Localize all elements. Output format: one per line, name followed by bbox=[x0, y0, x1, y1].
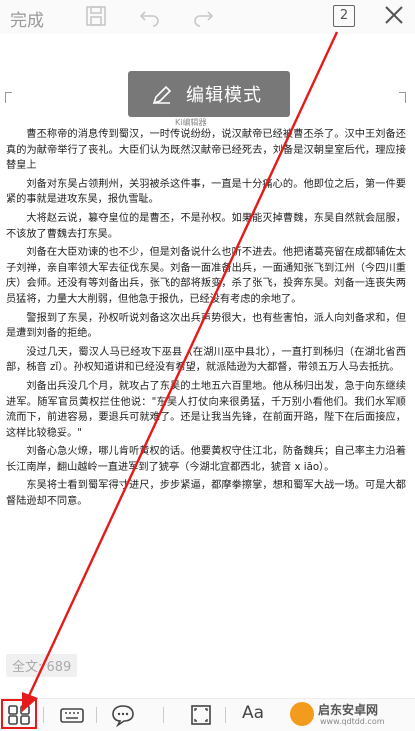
paragraph[interactable]: 东吴将士看到蜀军得寸进尺，步步紧逼，都摩拳擦掌，想和蜀军大战一场。可是大都督陆逊… bbox=[6, 478, 406, 509]
separator bbox=[96, 707, 97, 723]
watermark-name: 启东安卓网 bbox=[318, 703, 379, 717]
site-watermark: 启东安卓网 www.qdtdd.com bbox=[290, 699, 415, 730]
margin-marker bbox=[399, 92, 406, 103]
paragraph[interactable]: 大将赵云说，篡夺皇位的是曹丕，不是孙权。如果能灭掉曹魏，东吴自然就会屈服，不该放… bbox=[6, 211, 406, 242]
watermark-logo-icon bbox=[290, 702, 314, 726]
watermark-url: www.qdtdd.com bbox=[320, 717, 385, 726]
fullscreen-icon[interactable] bbox=[188, 703, 214, 727]
paragraph[interactable]: 没过几天，蜀汉人马已经攻下巫县（在湖川巫中县北），一直打到秭归（在湖北省西部，秭… bbox=[6, 345, 406, 376]
paragraph[interactable]: 刘备对东吴占领荆州，关羽被杀这件事，一直是十分痛心的。他即位之后，第一件要紧的事… bbox=[6, 177, 406, 208]
paragraph[interactable]: 警报到了东吴，孙权听说刘备这次出兵声势很大，也有些害怕，派人向刘备求和，但是遭到… bbox=[6, 311, 406, 342]
done-button[interactable]: 完成 bbox=[10, 6, 44, 31]
word-count-label: 全文: 689 bbox=[6, 654, 78, 677]
close-icon[interactable] bbox=[382, 3, 406, 27]
font-style-button[interactable]: Aa bbox=[242, 703, 264, 723]
redo-icon[interactable] bbox=[191, 4, 215, 28]
paragraph[interactable]: 曹丕称帝的消息传到蜀汉，一时传说纷纷，说汉献帝已经被曹丕杀了。汉中王刘备还真的为… bbox=[6, 127, 406, 174]
highlight-box bbox=[1, 699, 37, 729]
margin-marker bbox=[5, 92, 12, 103]
comment-icon[interactable] bbox=[110, 703, 136, 728]
paragraph[interactable]: 刘备心急火燎，哪儿肯听黄权的话。他要黄权守住江北，防备魏兵；自己率主力沿着长江南… bbox=[6, 444, 406, 475]
page-count-badge[interactable]: 2 bbox=[333, 5, 355, 27]
separator bbox=[43, 707, 44, 723]
separator bbox=[225, 707, 226, 723]
paragraph[interactable]: 刘备出兵没几个月，就攻占了东吴的土地五六百里地。他从秭归出发，急于向东继续进军。… bbox=[6, 379, 406, 441]
edit-mode-label: 编辑模式 bbox=[186, 85, 262, 106]
keyboard-icon[interactable] bbox=[59, 703, 85, 727]
pen-icon bbox=[152, 85, 172, 105]
paragraph[interactable]: 刘备在大臣劝谏的也不少，但是刘备说什么也听不进去。他把诸葛亮留在成都辅佐太子刘禅… bbox=[6, 245, 406, 307]
separator bbox=[163, 707, 164, 723]
edit-mode-toast: 编辑模式 bbox=[128, 71, 290, 117]
document-body[interactable]: 曹丕称帝的消息传到蜀汉，一时传说纷纷，说汉献帝已经被曹丕杀了。汉中王刘备还真的为… bbox=[6, 127, 406, 513]
save-icon[interactable] bbox=[84, 4, 108, 28]
undo-icon[interactable] bbox=[138, 4, 162, 28]
top-toolbar: 完成 2 bbox=[0, 0, 415, 34]
